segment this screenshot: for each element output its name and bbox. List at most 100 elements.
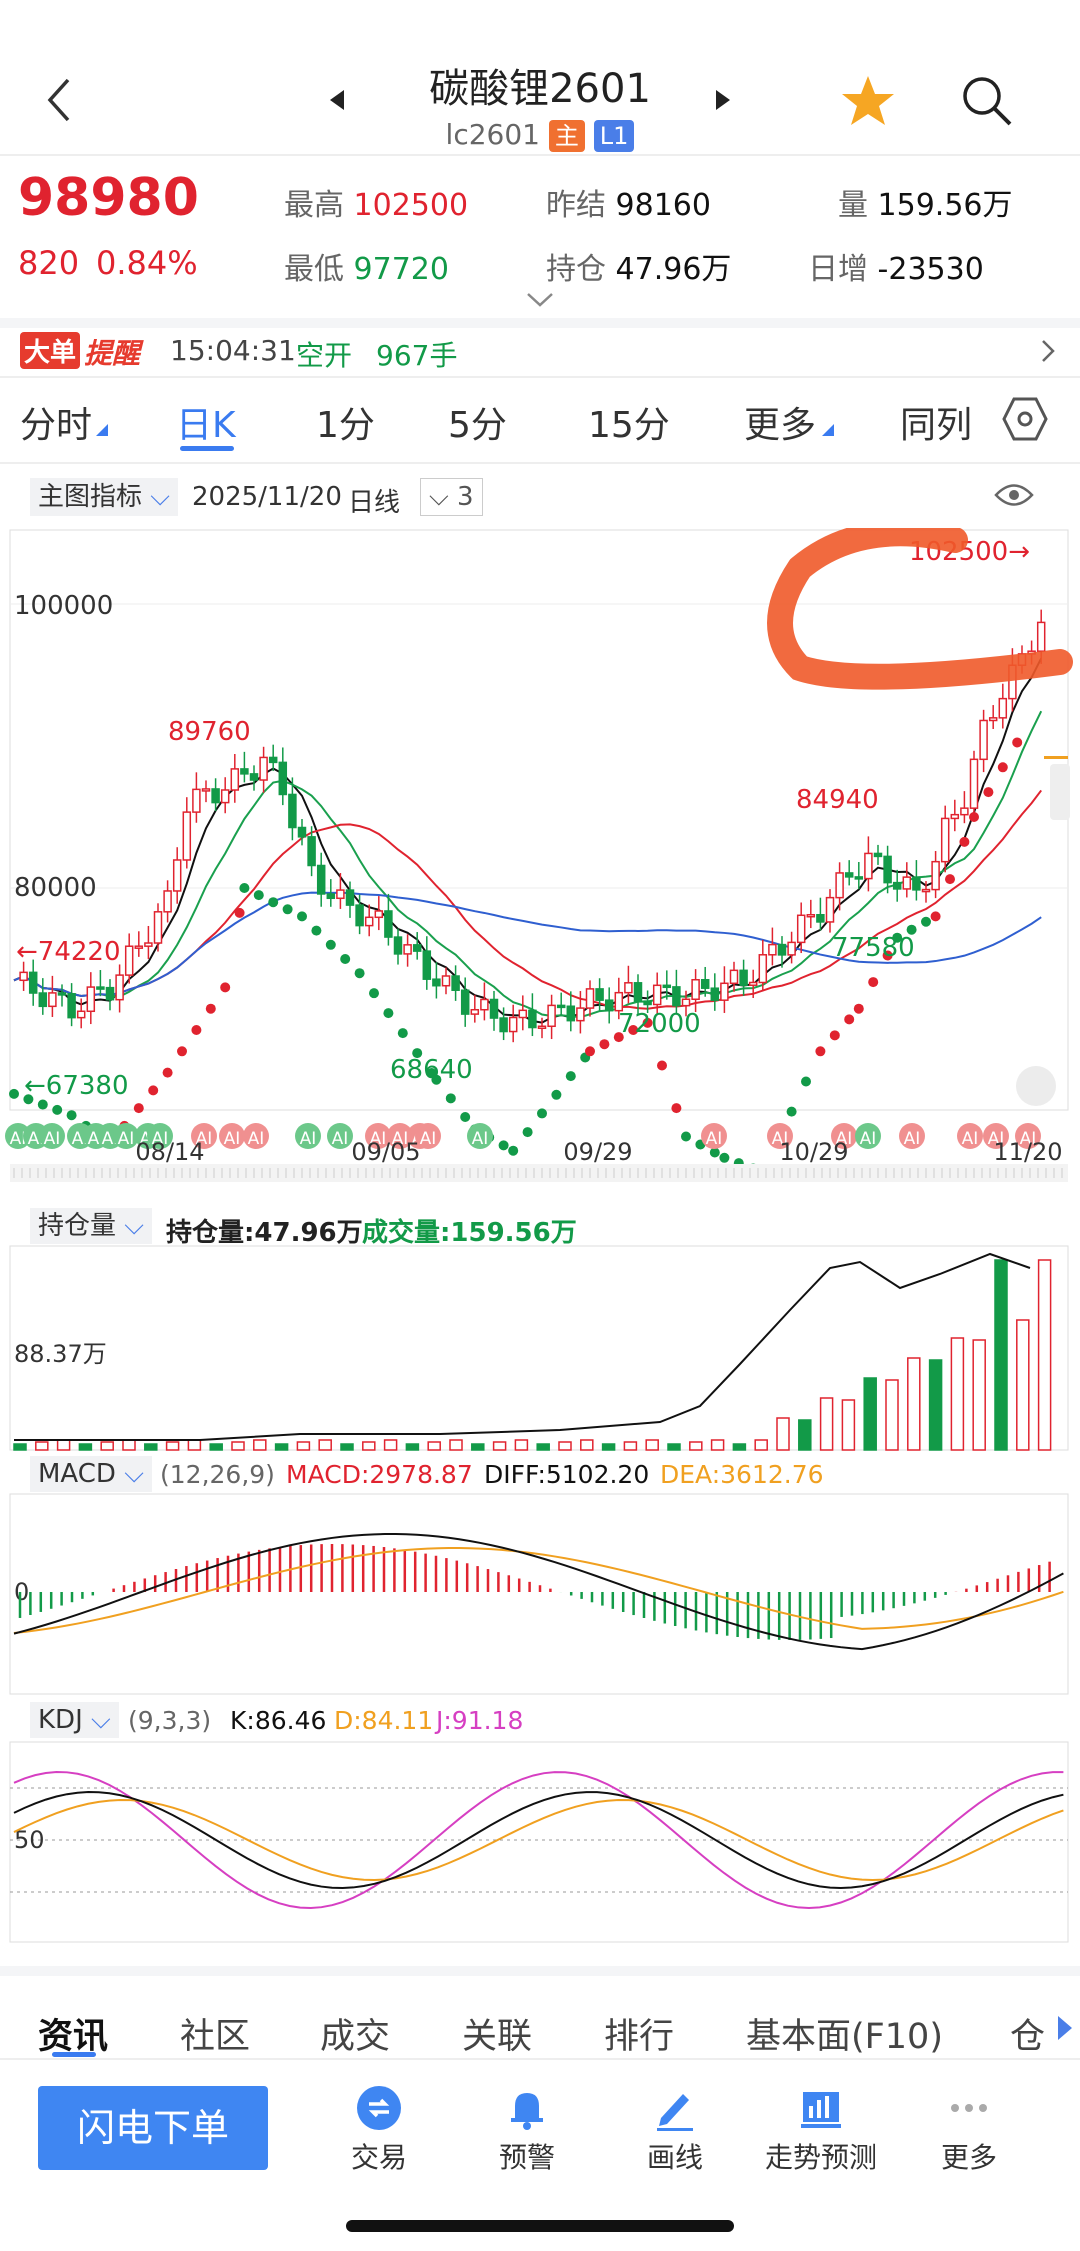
tab-3[interactable]: 5分 — [448, 396, 507, 448]
contract-code: lc2601 — [445, 118, 540, 151]
search-button[interactable] — [960, 74, 1014, 132]
visibility-toggle[interactable] — [994, 480, 1034, 514]
ai-badge-label: AI — [118, 1129, 135, 1149]
sar-dot — [829, 1030, 840, 1041]
kline-chart[interactable]: 10000080000102500→89760←74220←6738068640… — [0, 528, 1080, 1216]
macd-chart[interactable]: 0 — [0, 1492, 1080, 1696]
sar-dot — [498, 1140, 509, 1151]
trend-forecast-label: 走势预测 — [764, 2141, 877, 2174]
volume-bar — [950, 1337, 965, 1451]
candle-body — [374, 910, 384, 919]
chart-settings-button[interactable] — [1002, 396, 1048, 446]
ai-badge-label: AI — [860, 1129, 877, 1149]
x-label-3: 10/29 — [779, 1138, 848, 1166]
sar-dot — [66, 1110, 77, 1121]
candle-body — [854, 876, 864, 880]
tab-2[interactable]: 1分 — [316, 396, 375, 448]
info-tab-1[interactable]: 社区 — [180, 2008, 250, 2059]
main-indicator-select[interactable]: 主图指标 ⌵ — [30, 478, 178, 516]
macd-select[interactable]: MACD ⌵ — [30, 1456, 152, 1492]
candle-body — [451, 975, 460, 991]
x-label-4: 11/20 — [993, 1138, 1062, 1166]
candle-body — [412, 944, 422, 952]
sar-dot — [522, 1127, 533, 1138]
candle-body — [240, 768, 249, 775]
marker-74220: ←74220 — [16, 937, 121, 967]
chart-date: 2025/11/20 — [192, 482, 342, 512]
volume-bar — [732, 1443, 747, 1451]
sar-dot — [1012, 737, 1023, 748]
sar-dot — [868, 977, 879, 988]
candle-body — [806, 913, 816, 918]
oi-volume-chart[interactable]: 88.37万 — [0, 1244, 1080, 1454]
sar-dot — [565, 1071, 576, 1082]
volume-bar — [405, 1443, 420, 1451]
prev-settle-row: 昨结 98160 — [546, 180, 711, 224]
oi-select-label: 持仓量 — [38, 1211, 117, 1241]
chart-period: 日线 — [348, 488, 401, 518]
big-order-badge: 大单 — [20, 332, 81, 369]
info-tab-3[interactable]: 关联 — [462, 2008, 532, 2059]
candle-body — [748, 981, 758, 986]
volume-bar — [13, 1443, 27, 1451]
kdj-chart[interactable]: 50 — [0, 1740, 1080, 1944]
candle-body — [384, 910, 393, 938]
info-tab-2[interactable]: 成交 — [320, 2008, 390, 2059]
more-tabs-arrow[interactable] — [1054, 2008, 1080, 2056]
candle-body — [19, 971, 28, 982]
volume-bar — [754, 1439, 768, 1451]
candle-body — [211, 788, 220, 804]
active-info-tab-underline — [52, 2052, 96, 2057]
candle-body — [796, 914, 806, 944]
trend-forecast-button[interactable]: 走势预测 — [746, 2080, 896, 2176]
sub-indicator-select[interactable]: 持仓量 ⌵ — [30, 1208, 152, 1244]
chevron-down-icon — [527, 293, 553, 307]
candle-body — [912, 876, 921, 891]
ai-badge-label: AI — [904, 1129, 921, 1149]
page-title: 碳酸锂2601 — [429, 66, 651, 112]
alert-button[interactable]: 预警 — [452, 2080, 602, 2176]
info-tab-5[interactable]: 基本面(F10) — [746, 2008, 943, 2059]
y-label-100000: 100000 — [14, 591, 113, 621]
trade-button[interactable]: 交易 — [304, 2080, 454, 2176]
sar-dot — [969, 812, 979, 822]
oi-y-label: 88.37万 — [14, 1340, 107, 1368]
low-72000: 72000 — [618, 1009, 701, 1039]
alert-remind-label: 提醒 — [84, 337, 141, 370]
tab-1[interactable]: 日K — [176, 396, 236, 448]
info-tab-6[interactable]: 仓 — [1010, 2008, 1045, 2059]
sar-dot — [191, 1025, 202, 1035]
info-tab-4[interactable]: 排行 — [604, 2008, 674, 2059]
volume-bar — [710, 1439, 725, 1451]
volume-bar — [645, 1439, 659, 1451]
indicator-count-select[interactable]: ⌵ 3 — [420, 478, 483, 516]
more-button[interactable]: 更多 — [894, 2080, 1044, 2176]
price-change-pct: 0.84% — [96, 244, 198, 282]
time-scroll-bar — [10, 1164, 1068, 1182]
active-tab-underline — [180, 446, 234, 451]
app-screen: 碳酸锂2601 lc2601 主 L1 98980 820 0.84% 最高 1… — [0, 0, 1080, 2251]
flash-order-button[interactable]: 闪电下单 — [38, 2086, 268, 2170]
volume-bar — [383, 1439, 398, 1451]
big-order-alert[interactable]: 大单 提醒 15:04:31 空开 967手 — [0, 328, 1080, 376]
tab-6[interactable]: 同列 — [900, 396, 972, 448]
tab-4[interactable]: 15分 — [588, 396, 670, 448]
favorite-button[interactable] — [840, 74, 896, 132]
volume-bar — [885, 1379, 899, 1451]
tab-5[interactable]: 更多 — [744, 396, 816, 448]
expand-quote-button[interactable] — [526, 292, 554, 312]
tab-0[interactable]: 分时 — [20, 396, 92, 448]
volume-bar — [667, 1443, 681, 1451]
oi-label: 持仓 — [546, 252, 606, 287]
more-dots-icon — [951, 2104, 987, 2112]
candle-body — [259, 756, 268, 781]
low-77580: 77580 — [832, 933, 915, 963]
volume-bar — [558, 1441, 572, 1451]
volume-bar — [100, 1441, 114, 1451]
candle-body — [268, 756, 278, 764]
sar-dot — [844, 1014, 855, 1025]
draw-button[interactable]: 画线 — [600, 2080, 750, 2176]
kdj-select[interactable]: KDJ ⌵ — [30, 1702, 119, 1738]
volume-bar — [623, 1441, 638, 1451]
sar-dot — [354, 968, 365, 979]
